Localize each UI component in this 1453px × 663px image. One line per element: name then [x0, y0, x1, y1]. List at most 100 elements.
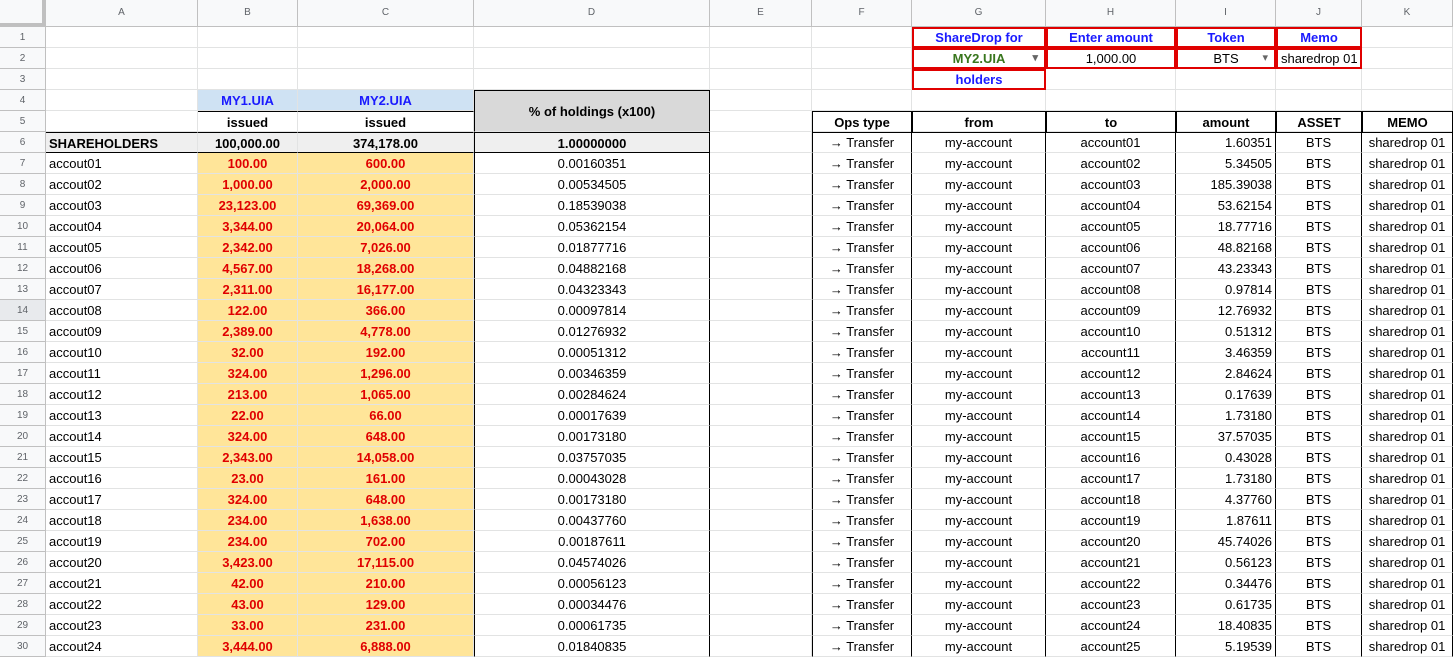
row-header-19[interactable]: 19: [0, 405, 46, 426]
ops-from[interactable]: my-account: [912, 195, 1046, 216]
column-header-B[interactable]: B: [198, 0, 298, 27]
ops-asset[interactable]: BTS: [1276, 174, 1362, 195]
my2-holding[interactable]: 7,026.00: [298, 237, 474, 258]
holding-pct[interactable]: 0.00061735: [474, 615, 710, 636]
ops-asset[interactable]: BTS: [1276, 342, 1362, 363]
row-header-25[interactable]: 25: [0, 531, 46, 552]
column-header-J[interactable]: J: [1276, 0, 1362, 27]
ops-from[interactable]: my-account: [912, 363, 1046, 384]
ops-amount[interactable]: 2.84624: [1176, 363, 1276, 384]
my2-holding[interactable]: 18,268.00: [298, 258, 474, 279]
my2-holding[interactable]: 231.00: [298, 615, 474, 636]
row-header-2[interactable]: 2: [0, 48, 46, 69]
row-header-3[interactable]: 3: [0, 69, 46, 90]
ops-asset[interactable]: BTS: [1276, 258, 1362, 279]
my1-holding[interactable]: 234.00: [198, 510, 298, 531]
column-header-K[interactable]: K: [1362, 0, 1453, 27]
my2-holding[interactable]: 17,115.00: [298, 552, 474, 573]
column-header-I[interactable]: I: [1176, 0, 1276, 27]
shareholders-label[interactable]: SHAREHOLDERS: [46, 132, 198, 153]
empty-cell[interactable]: [710, 195, 812, 216]
my1-holding[interactable]: 1,000.00: [198, 174, 298, 195]
shareholder-account[interactable]: accout05: [46, 237, 198, 258]
my1-holding[interactable]: 3,344.00: [198, 216, 298, 237]
ops-to[interactable]: account17: [1046, 468, 1176, 489]
ops-from[interactable]: my-account: [912, 573, 1046, 594]
column-header-F[interactable]: F: [812, 0, 912, 27]
ops-from[interactable]: my-account: [912, 531, 1046, 552]
ops-asset[interactable]: BTS: [1276, 531, 1362, 552]
ops-type[interactable]: → Transfer: [812, 237, 912, 258]
my2-holding[interactable]: 2,000.00: [298, 174, 474, 195]
holding-pct[interactable]: 0.00017639: [474, 405, 710, 426]
holding-pct[interactable]: 0.01840835: [474, 636, 710, 657]
my1-holding[interactable]: 43.00: [198, 594, 298, 615]
ops-amount[interactable]: 5.19539: [1176, 636, 1276, 657]
empty-cell[interactable]: [1362, 48, 1453, 69]
shareholder-account[interactable]: accout15: [46, 447, 198, 468]
ops-amount[interactable]: 0.56123: [1176, 552, 1276, 573]
row-header-27[interactable]: 27: [0, 573, 46, 594]
row-header-28[interactable]: 28: [0, 594, 46, 615]
ops-amount[interactable]: 18.40835: [1176, 615, 1276, 636]
total-issued-my1[interactable]: 100,000.00: [198, 132, 298, 153]
ops-asset[interactable]: BTS: [1276, 447, 1362, 468]
ops-from[interactable]: my-account: [912, 132, 1046, 153]
ops-type[interactable]: → Transfer: [812, 132, 912, 153]
ops-memo[interactable]: sharedrop 01: [1362, 174, 1453, 195]
my1-holding[interactable]: 122.00: [198, 300, 298, 321]
ops-memo[interactable]: sharedrop 01: [1362, 405, 1453, 426]
my2-holding[interactable]: 14,058.00: [298, 447, 474, 468]
ops-amount[interactable]: 0.51312: [1176, 321, 1276, 342]
my1-holding[interactable]: 2,343.00: [198, 447, 298, 468]
row-header-9[interactable]: 9: [0, 195, 46, 216]
pct-holdings-header[interactable]: % of holdings (x100): [474, 90, 710, 132]
enter-amount-label[interactable]: Enter amount: [1046, 27, 1176, 48]
empty-cell[interactable]: [710, 174, 812, 195]
ops-type[interactable]: → Transfer: [812, 636, 912, 657]
ops-memo[interactable]: sharedrop 01: [1362, 573, 1453, 594]
empty-cell[interactable]: [710, 615, 812, 636]
shareholder-account[interactable]: accout11: [46, 363, 198, 384]
ops-to[interactable]: account12: [1046, 363, 1176, 384]
ops-type[interactable]: → Transfer: [812, 321, 912, 342]
column-header-C[interactable]: C: [298, 0, 474, 27]
ops-memo[interactable]: sharedrop 01: [1362, 447, 1453, 468]
ops-amount[interactable]: 12.76932: [1176, 300, 1276, 321]
shareholder-account[interactable]: accout24: [46, 636, 198, 657]
ops-type[interactable]: → Transfer: [812, 279, 912, 300]
ops-amount[interactable]: 1.73180: [1176, 405, 1276, 426]
my2-holding[interactable]: 600.00: [298, 153, 474, 174]
ops-asset[interactable]: BTS: [1276, 426, 1362, 447]
ops-to[interactable]: account08: [1046, 279, 1176, 300]
ops-header-from[interactable]: from: [912, 111, 1046, 133]
ops-from[interactable]: my-account: [912, 615, 1046, 636]
holding-pct[interactable]: 0.00051312: [474, 342, 710, 363]
holding-pct[interactable]: 0.04882168: [474, 258, 710, 279]
ops-from[interactable]: my-account: [912, 300, 1046, 321]
sharedrop-asset-dropdown[interactable]: MY2.UIA: [912, 48, 1046, 69]
empty-cell[interactable]: [474, 69, 710, 90]
ops-from[interactable]: my-account: [912, 216, 1046, 237]
shareholder-account[interactable]: accout21: [46, 573, 198, 594]
shareholder-account[interactable]: accout10: [46, 342, 198, 363]
ops-amount[interactable]: 3.46359: [1176, 342, 1276, 363]
empty-cell[interactable]: [474, 48, 710, 69]
holding-pct[interactable]: 0.00056123: [474, 573, 710, 594]
ops-memo[interactable]: sharedrop 01: [1362, 153, 1453, 174]
ops-to[interactable]: account25: [1046, 636, 1176, 657]
memo-input[interactable]: sharedrop 01: [1276, 48, 1362, 69]
empty-cell[interactable]: [710, 363, 812, 384]
my1-holding[interactable]: 33.00: [198, 615, 298, 636]
asset-header-my2[interactable]: MY2.UIA: [298, 90, 474, 111]
empty-cell[interactable]: [710, 594, 812, 615]
ops-memo[interactable]: sharedrop 01: [1362, 489, 1453, 510]
empty-cell[interactable]: [298, 69, 474, 90]
my2-holding[interactable]: 702.00: [298, 531, 474, 552]
holding-pct[interactable]: 0.00173180: [474, 489, 710, 510]
ops-to[interactable]: account24: [1046, 615, 1176, 636]
ops-to[interactable]: account11: [1046, 342, 1176, 363]
shareholder-account[interactable]: accout18: [46, 510, 198, 531]
select-all-corner[interactable]: [0, 0, 46, 27]
ops-from[interactable]: my-account: [912, 405, 1046, 426]
